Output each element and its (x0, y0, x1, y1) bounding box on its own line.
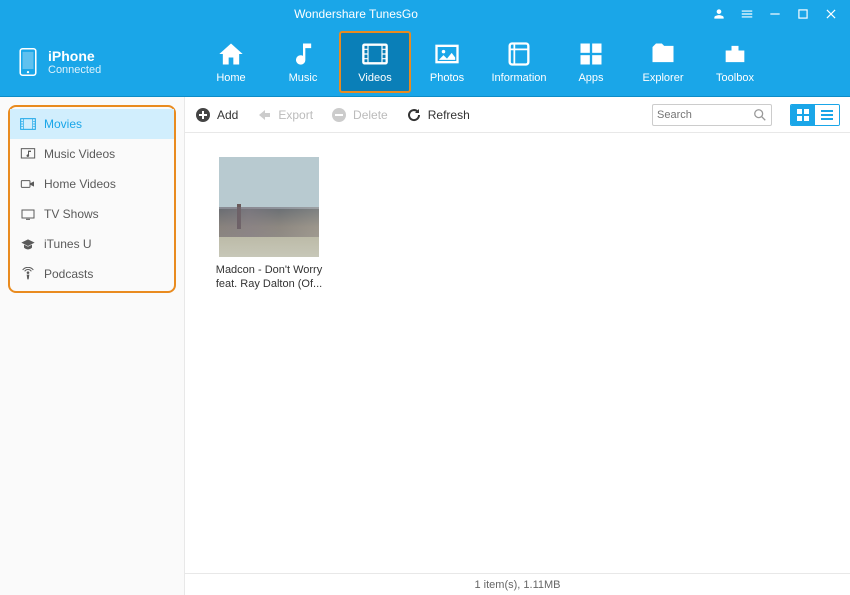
main-panel: Add Export Delete Refresh (185, 97, 850, 595)
photos-icon (433, 40, 461, 68)
graduation-icon (20, 237, 36, 251)
items-grid: Madcon - Don't Worry feat. Ray Dalton (O… (185, 133, 850, 573)
sidebar-item-label: iTunes U (44, 237, 92, 251)
refresh-button[interactable]: Refresh (406, 107, 470, 123)
search-icon (753, 108, 767, 122)
grid-view-button[interactable] (791, 105, 815, 125)
sidebar-item-label: Movies (44, 117, 82, 131)
sidebar-item-label: Home Videos (44, 177, 116, 191)
toolbox-icon (721, 40, 749, 68)
tab-music[interactable]: Music (267, 31, 339, 93)
delete-button[interactable]: Delete (331, 107, 388, 123)
status-text: 1 item(s), 1.11MB (475, 579, 561, 591)
menu-icon[interactable] (740, 7, 754, 21)
sidebar-item-music-videos[interactable]: Music Videos (10, 139, 174, 169)
sidebar-item-label: Podcasts (44, 267, 93, 281)
sidebar-item-home-videos[interactable]: Home Videos (10, 169, 174, 199)
maximize-icon[interactable] (796, 7, 810, 21)
sidebar-item-movies[interactable]: Movies (10, 109, 174, 139)
app-title: Wondershare TunesGo (0, 7, 712, 21)
sidebar: Movies Music Videos Home Videos TV Shows… (0, 97, 185, 595)
list-view-button[interactable] (815, 105, 839, 125)
search-input[interactable] (657, 109, 753, 121)
delete-icon (331, 107, 347, 123)
minimize-icon[interactable] (768, 7, 782, 21)
music-icon (289, 40, 317, 68)
window-controls (712, 7, 850, 21)
sidebar-item-label: Music Videos (44, 147, 115, 161)
device-status: Connected (48, 64, 101, 76)
plus-icon (195, 107, 211, 123)
video-title: Madcon - Don't Worry feat. Ray Dalton (O… (209, 263, 329, 292)
sidebar-item-itunes-u[interactable]: iTunes U (10, 229, 174, 259)
user-icon[interactable] (712, 7, 726, 21)
tv-icon (20, 207, 36, 221)
sidebar-group: Movies Music Videos Home Videos TV Shows… (8, 105, 176, 293)
phone-icon (18, 48, 38, 76)
content: Movies Music Videos Home Videos TV Shows… (0, 96, 850, 595)
camcorder-icon (20, 177, 36, 191)
music-video-icon (20, 147, 36, 161)
close-icon[interactable] (824, 7, 838, 21)
tab-toolbox[interactable]: Toolbox (699, 31, 771, 93)
explorer-icon (649, 40, 677, 68)
podcast-icon (20, 267, 36, 281)
video-item[interactable]: Madcon - Don't Worry feat. Ray Dalton (O… (209, 157, 329, 292)
apps-icon (577, 40, 605, 68)
status-bar: 1 item(s), 1.11MB (185, 573, 850, 595)
sidebar-item-label: TV Shows (44, 207, 99, 221)
titlebar: Wondershare TunesGo (0, 0, 850, 28)
view-toggle (790, 104, 840, 126)
export-button[interactable]: Export (256, 107, 313, 123)
device-panel[interactable]: iPhone Connected (0, 28, 185, 96)
device-name: iPhone (48, 48, 101, 64)
refresh-icon (406, 107, 422, 123)
tab-home[interactable]: Home (195, 31, 267, 93)
video-thumbnail (219, 157, 319, 257)
videos-icon (361, 40, 389, 68)
search-box[interactable] (652, 104, 772, 126)
main-nav: iPhone Connected Home Music Videos Photo… (0, 28, 850, 96)
tab-videos[interactable]: Videos (339, 31, 411, 93)
toolbar: Add Export Delete Refresh (185, 97, 850, 133)
tab-information[interactable]: Information (483, 31, 555, 93)
tab-apps[interactable]: Apps (555, 31, 627, 93)
home-icon (217, 40, 245, 68)
sidebar-item-tv-shows[interactable]: TV Shows (10, 199, 174, 229)
information-icon (505, 40, 533, 68)
nav-tabs: Home Music Videos Photos Information App… (185, 28, 850, 96)
sidebar-item-podcasts[interactable]: Podcasts (10, 259, 174, 289)
export-icon (256, 107, 272, 123)
tab-photos[interactable]: Photos (411, 31, 483, 93)
film-icon (20, 117, 36, 131)
add-button[interactable]: Add (195, 107, 238, 123)
tab-explorer[interactable]: Explorer (627, 31, 699, 93)
